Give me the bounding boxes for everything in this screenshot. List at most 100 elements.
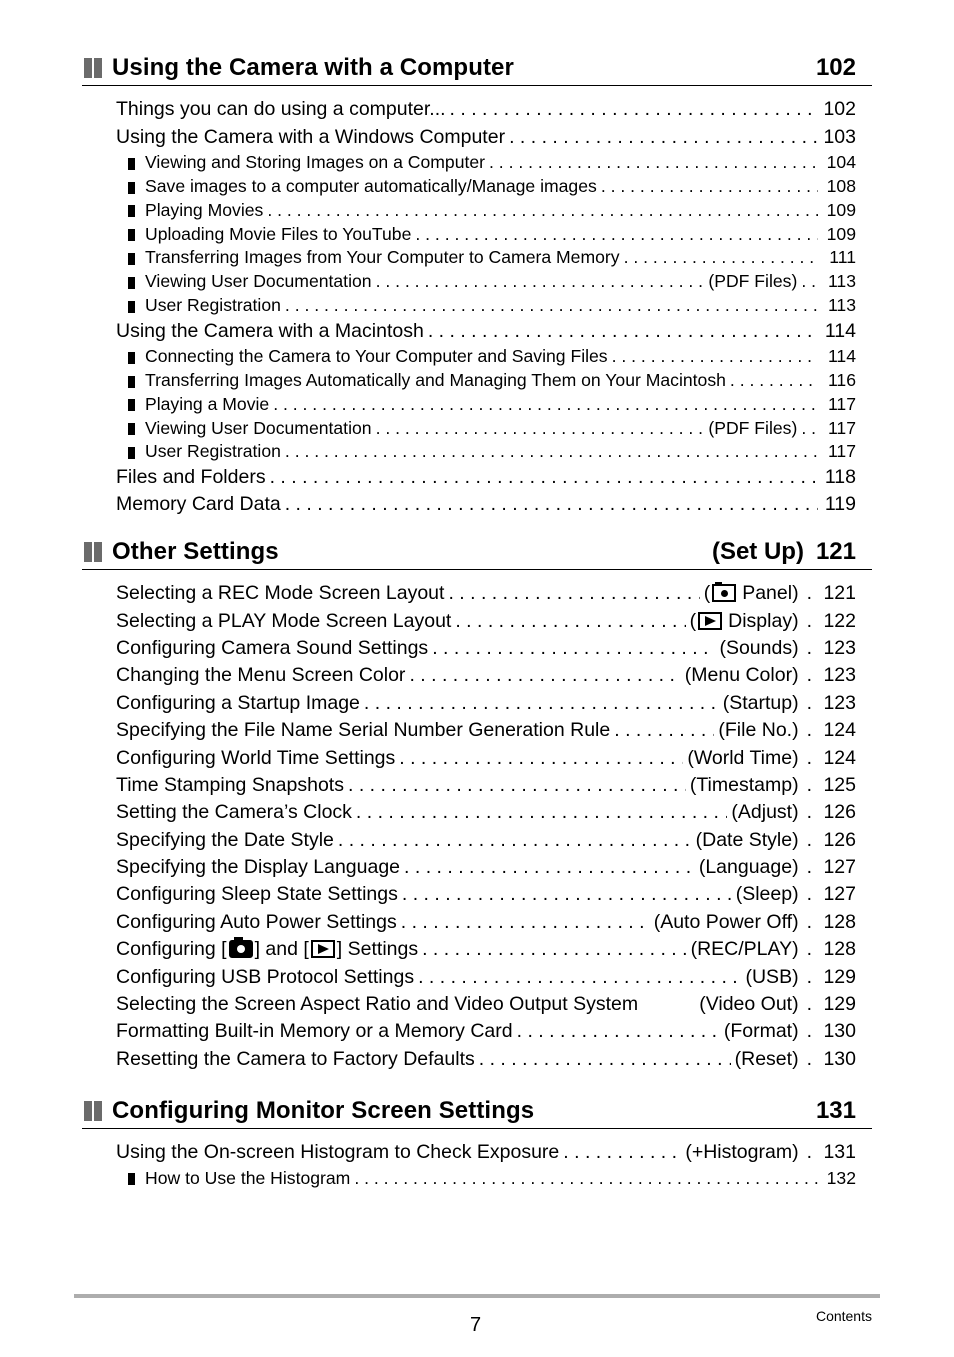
entry-label: Things you can do using a computer... — [116, 98, 446, 121]
section-page: 131 — [816, 1097, 856, 1125]
toc-entry[interactable]: Using the Camera with a Macintosh 114 — [82, 317, 872, 344]
dot-separator: . — [806, 609, 812, 632]
entry-tag: (Reset) — [734, 1047, 799, 1070]
entry-label: Formatting Built-in Memory or a Memory C… — [116, 1020, 513, 1043]
entry-page-number: 117 — [827, 441, 856, 462]
section-marker-icon — [84, 1101, 103, 1121]
dot-separator: . — [806, 828, 812, 851]
toc-subentry[interactable]: Viewing and Storing Images on a Computer… — [82, 151, 872, 175]
toc-entry[interactable]: Configuring [] and [] Settings (REC/PLAY)… — [82, 936, 872, 963]
entry-tag: (Format) — [723, 1020, 799, 1043]
section-header[interactable]: Other Settings (Set Up) 121 — [82, 532, 872, 570]
toc-subentry[interactable]: User Registration 117 — [82, 440, 872, 464]
toc-entry[interactable]: Resetting the Camera to Factory Defaults… — [82, 1046, 872, 1073]
toc-entry[interactable]: Memory Card Data 119 — [82, 491, 872, 518]
toc-subentry[interactable]: Transferring Images from Your Computer t… — [82, 246, 872, 270]
entry-label: Memory Card Data — [116, 493, 281, 516]
toc-subentry[interactable]: Uploading Movie Files to YouTube 109 — [82, 222, 872, 246]
dot-separator: . — [806, 801, 812, 824]
toc-entry[interactable]: Things you can do using a computer... 102 — [82, 96, 872, 123]
entry-label: Save images to a computer automatically/… — [145, 175, 597, 196]
toc-entry[interactable]: Selecting a PLAY Mode Screen Layout (Disp… — [82, 607, 872, 634]
toc-entry[interactable]: Specifying the Display Language (Language… — [82, 854, 872, 881]
bullet-icon — [128, 276, 135, 289]
entry-list: Selecting a REC Mode Screen Layout (Panel… — [82, 580, 872, 1073]
toc-entry[interactable]: Time Stamping Snapshots (Timestamp). 125 — [82, 772, 872, 799]
dot-leader — [401, 911, 650, 934]
toc-subentry[interactable]: Viewing User Documentation (PDF Files). .… — [82, 416, 872, 440]
toc-subentry[interactable]: How to Use the Histogram 132 — [82, 1166, 872, 1190]
toc-entry[interactable]: Configuring Camera Sound Settings (Sounds… — [82, 635, 872, 662]
dot-leader — [270, 466, 818, 489]
entry-tag: (Timestamp) — [689, 773, 799, 796]
toc-entry[interactable]: Selecting a REC Mode Screen Layout (Panel… — [82, 580, 872, 607]
entry-page-number: 122 — [823, 609, 856, 632]
dot-separator: . — [806, 1047, 812, 1070]
entry-page-number: 126 — [823, 828, 856, 851]
dot-separator: . — [806, 993, 812, 1016]
toc-subentry[interactable]: Playing a Movie 117 — [82, 392, 872, 416]
entry-label-part: ] Settings — [336, 938, 419, 961]
toc-subentry[interactable]: Transferring Images Automatically and Ma… — [82, 369, 872, 393]
toc-entry[interactable]: Specifying the File Name Serial Number G… — [82, 717, 872, 744]
entry-page-number: 117 — [827, 393, 856, 414]
section-marker-icon — [84, 58, 103, 78]
entry-page-number: 132 — [826, 1167, 856, 1188]
toc-subentry[interactable]: Viewing User Documentation (PDF Files). .… — [82, 270, 872, 294]
entry-page-number: 127 — [823, 856, 856, 879]
entry-label: Uploading Movie Files to YouTube — [145, 223, 412, 244]
toc-entry[interactable]: Formatting Built-in Memory or a Memory C… — [82, 1018, 872, 1045]
entry-tag: (Sounds) — [719, 636, 799, 659]
toc-subentry[interactable]: Connecting the Camera to Your Computer a… — [82, 345, 872, 369]
toc-subentry[interactable]: Playing Movies 109 — [82, 198, 872, 222]
entry-label: Resetting the Camera to Factory Defaults — [116, 1047, 475, 1070]
entry-label: Specifying the Date Style — [116, 828, 334, 851]
dot-leader — [450, 98, 818, 121]
entry-label: Transferring Images Automatically and Ma… — [145, 369, 726, 390]
toc-entry[interactable]: Configuring Sleep State Settings (Sleep).… — [82, 881, 872, 908]
entry-label: Viewing User Documentation — [145, 271, 372, 292]
entry-page-number: 129 — [823, 965, 856, 988]
entry-page-number: 104 — [826, 152, 856, 173]
entry-label-part: Configuring [ — [116, 938, 227, 961]
entry-page-number: 123 — [823, 691, 856, 714]
toc-entry[interactable]: Selecting the Screen Aspect Ratio and Vi… — [82, 991, 872, 1018]
toc-entry[interactable]: Using the Camera with a Windows Computer… — [82, 123, 872, 150]
dot-leader — [356, 801, 727, 824]
bullet-icon — [128, 399, 135, 412]
dot-leader — [285, 493, 818, 516]
entry-page-number: 118 — [824, 465, 856, 488]
entry-label: How to Use the Histogram — [145, 1167, 351, 1188]
section-header[interactable]: Using the Camera with a Computer 102 — [82, 48, 872, 86]
dot-leader — [455, 610, 685, 633]
bullet-icon — [128, 423, 135, 436]
toc-entry[interactable]: Files and Folders 118 — [82, 464, 872, 491]
paren: ( — [703, 582, 711, 605]
toc-entry[interactable]: Changing the Menu Screen Color (Menu Colo… — [82, 662, 872, 689]
toc-entry[interactable]: Configuring World Time Settings (World Ti… — [82, 744, 872, 771]
toc-entry[interactable]: Using the On-screen Histogram to Check E… — [82, 1139, 872, 1166]
entry-label: User Registration — [145, 441, 281, 462]
toc-entry[interactable]: Configuring Auto Power Settings (Auto Pow… — [82, 909, 872, 936]
toc-entry[interactable]: Setting the Camera’s Clock (Adjust). 126 — [82, 799, 872, 826]
dot-leader — [376, 418, 705, 439]
toc-entry[interactable]: Configuring USB Protocol Settings (USB). 1… — [82, 963, 872, 990]
toc-subentry[interactable]: Save images to a computer automatically/… — [82, 175, 872, 199]
bullet-icon — [128, 157, 135, 170]
rec-panel-icon — [712, 582, 737, 603]
section-header[interactable]: Configuring Monitor Screen Settings 131 — [82, 1091, 872, 1129]
toc-entry[interactable]: Specifying the Date Style (Date Style). 12… — [82, 827, 872, 854]
play-display-icon — [698, 611, 723, 630]
bullet-icon — [128, 351, 135, 364]
entry-page-number: 124 — [823, 746, 856, 769]
entry-page-number: 130 — [823, 1047, 856, 1070]
toc-subentry[interactable]: User Registration 113 — [82, 294, 872, 318]
entry-label: Selecting the Screen Aspect Ratio and Vi… — [116, 993, 639, 1016]
dot-leader — [267, 200, 818, 221]
entry-page-number: 111 — [829, 247, 856, 268]
entry-page-number: 113 — [827, 294, 856, 315]
toc-entry[interactable]: Configuring a Startup Image (Startup). 123 — [82, 690, 872, 717]
footer-contents-link[interactable]: Contents — [816, 1308, 872, 1324]
section-page: 102 — [816, 54, 856, 82]
bullet-icon — [128, 181, 135, 194]
